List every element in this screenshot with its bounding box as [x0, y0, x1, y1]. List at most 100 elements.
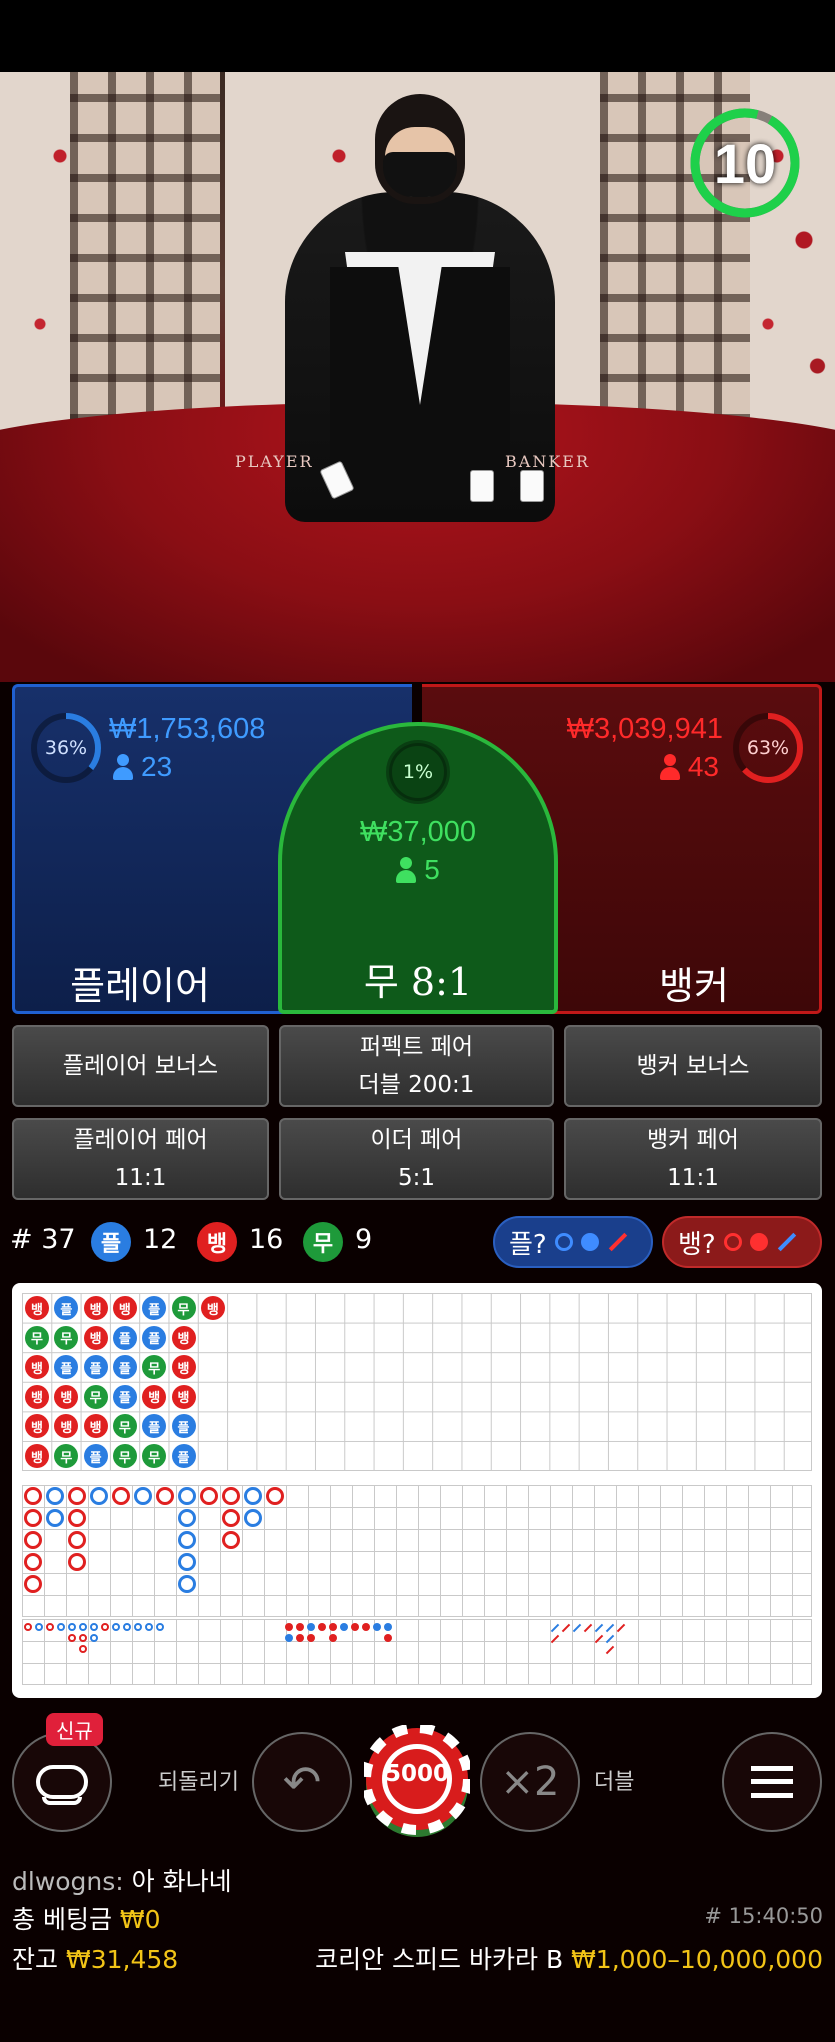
bead-road-cell: 플: [171, 1444, 196, 1468]
big-road-cell: [200, 1487, 218, 1505]
banker-predict-button[interactable]: 뱅?: [662, 1216, 822, 1268]
bead-road-cell: 뱅: [171, 1325, 196, 1350]
card: [470, 470, 494, 502]
ring-icon: [723, 1233, 742, 1251]
bead-road-cell: 뱅: [200, 1296, 225, 1320]
predict-label: 뱅?: [678, 1229, 716, 1260]
player-label: 플레이어: [70, 964, 210, 1008]
button-label: 플레이어 페어: [73, 1127, 208, 1153]
derived-road-mark: [285, 1623, 293, 1631]
dot-icon: [749, 1233, 768, 1251]
balance-label: 잔고: [12, 1945, 59, 1974]
bead-road-cell: 뱅: [142, 1384, 167, 1409]
bead-road-cell: 뱅: [83, 1296, 108, 1320]
banker-stat-badge: 뱅: [197, 1222, 237, 1262]
big-road-cell: [46, 1487, 64, 1505]
button-label: 이더 페어: [370, 1127, 463, 1153]
player-bonus-button[interactable]: 플레이어 보너스: [12, 1025, 269, 1107]
player-percent: 36%: [44, 737, 88, 759]
bead-road-cell: 뱅: [25, 1296, 49, 1320]
player-stat-badge: 플: [91, 1222, 131, 1262]
player-pair-button[interactable]: 플레이어 페어 11:1: [12, 1118, 269, 1200]
tie-bet-area[interactable]: 1% ₩37,000 5 무 8:1: [278, 722, 558, 1014]
user-icon: [659, 754, 680, 780]
derived-road-mark: [373, 1623, 381, 1631]
dot-icon: [580, 1233, 599, 1251]
undo-button[interactable]: ↶: [252, 1732, 352, 1832]
ring-icon: [554, 1233, 573, 1251]
derived-road-mark: [68, 1623, 76, 1631]
menu-button[interactable]: [722, 1732, 822, 1832]
countdown-timer: 10: [713, 131, 777, 195]
button-label: 뱅커 페어: [647, 1127, 739, 1153]
derived-road-mark: [285, 1634, 293, 1642]
bead-road-cell: 뱅: [25, 1444, 49, 1468]
table-lobby-button[interactable]: [12, 1732, 112, 1832]
bead-road-cell: 뱅: [171, 1355, 196, 1380]
bead-road-cell: 플: [112, 1355, 137, 1380]
big-road-cell: [222, 1531, 240, 1549]
derived-road-mark: [123, 1623, 131, 1631]
new-badge: 신규: [46, 1713, 103, 1746]
chip-value: 5000: [384, 1761, 449, 1787]
derived-road-mark: [362, 1623, 370, 1631]
round-timestamp: # 15:40:50: [704, 1904, 823, 1928]
big-road-cell: [68, 1487, 86, 1505]
bead-road-cell: 뱅: [112, 1296, 137, 1320]
balance-value: ₩31,458: [65, 1945, 179, 1974]
banker-amount: ₩3,039,941: [566, 713, 723, 745]
either-pair-button[interactable]: 이더 페어 5:1: [279, 1118, 554, 1200]
derived-road-mark: [296, 1634, 304, 1642]
big-road-cell: [24, 1487, 42, 1505]
slash-icon: [777, 1232, 796, 1252]
derived-road-mark: [35, 1623, 43, 1631]
button-odds: 11:1: [667, 1165, 719, 1191]
felt-banker-text: BANKER: [505, 452, 590, 471]
derived-road-mark: [340, 1623, 348, 1631]
big-road-cell: [24, 1553, 42, 1571]
big-road-cell: [68, 1509, 86, 1527]
tie-percent: 1%: [402, 761, 434, 783]
banker-bonus-button[interactable]: 뱅커 보너스: [564, 1025, 822, 1107]
card: [520, 470, 544, 502]
derived-road-mark: [90, 1623, 98, 1631]
derived-road-mark: [307, 1634, 315, 1642]
banker-pair-button[interactable]: 뱅커 페어 11:1: [564, 1118, 822, 1200]
scoreboard-roadmap[interactable]: 뱅무뱅뱅뱅뱅플무플뱅뱅무뱅뱅플무뱅플뱅플플플무무플플무뱅플무무뱅뱅뱅플플뱅: [12, 1283, 822, 1698]
derived-road-mark: [329, 1623, 337, 1631]
bead-road-cell: 뱅: [83, 1414, 108, 1439]
bead-road-cell: 플: [112, 1325, 137, 1350]
bead-road-cell: 플: [83, 1355, 108, 1380]
button-odds: 5:1: [397, 1165, 435, 1191]
tie-amount: ₩37,000: [359, 816, 477, 848]
bet-limits: ₩1,000–10,000,000: [571, 1945, 823, 1974]
banker-label: 뱅커: [659, 964, 729, 1008]
bead-road-cell: 무: [25, 1325, 49, 1350]
player-predict-button[interactable]: 플?: [493, 1216, 653, 1268]
banker-count: 43: [687, 751, 719, 782]
big-road-cell: [244, 1509, 262, 1527]
big-road-cell: [178, 1509, 196, 1527]
button-label: 플레이어 보너스: [62, 1053, 219, 1079]
big-road-cell: [68, 1553, 86, 1571]
banker-percent: 63%: [746, 737, 790, 759]
bead-road-cell: 뱅: [25, 1355, 49, 1380]
user-icon: [113, 754, 133, 780]
derived-road-mark: [101, 1623, 109, 1631]
perfect-pair-button[interactable]: 퍼펙트 페어 더블 200:1: [279, 1025, 554, 1107]
bead-road-cell: 무: [54, 1325, 79, 1350]
derived-road-mark: [329, 1634, 337, 1642]
big-road-cell: [68, 1531, 86, 1549]
status-bar: [0, 0, 835, 72]
derived-road-mark: [384, 1623, 392, 1631]
tie-count: 5: [424, 854, 440, 885]
big-road-cell: [112, 1487, 130, 1505]
total-bet-label: 총 베팅금: [12, 1905, 112, 1934]
derived-road-mark: [307, 1623, 315, 1631]
double-button[interactable]: ×2: [480, 1732, 580, 1832]
player-count: 23: [141, 751, 173, 782]
derived-road-mark: [318, 1623, 326, 1631]
button-odds: 11:1: [114, 1165, 167, 1191]
bead-road-cell: 플: [83, 1444, 108, 1468]
chip-selector[interactable]: 5000: [361, 1723, 473, 1839]
